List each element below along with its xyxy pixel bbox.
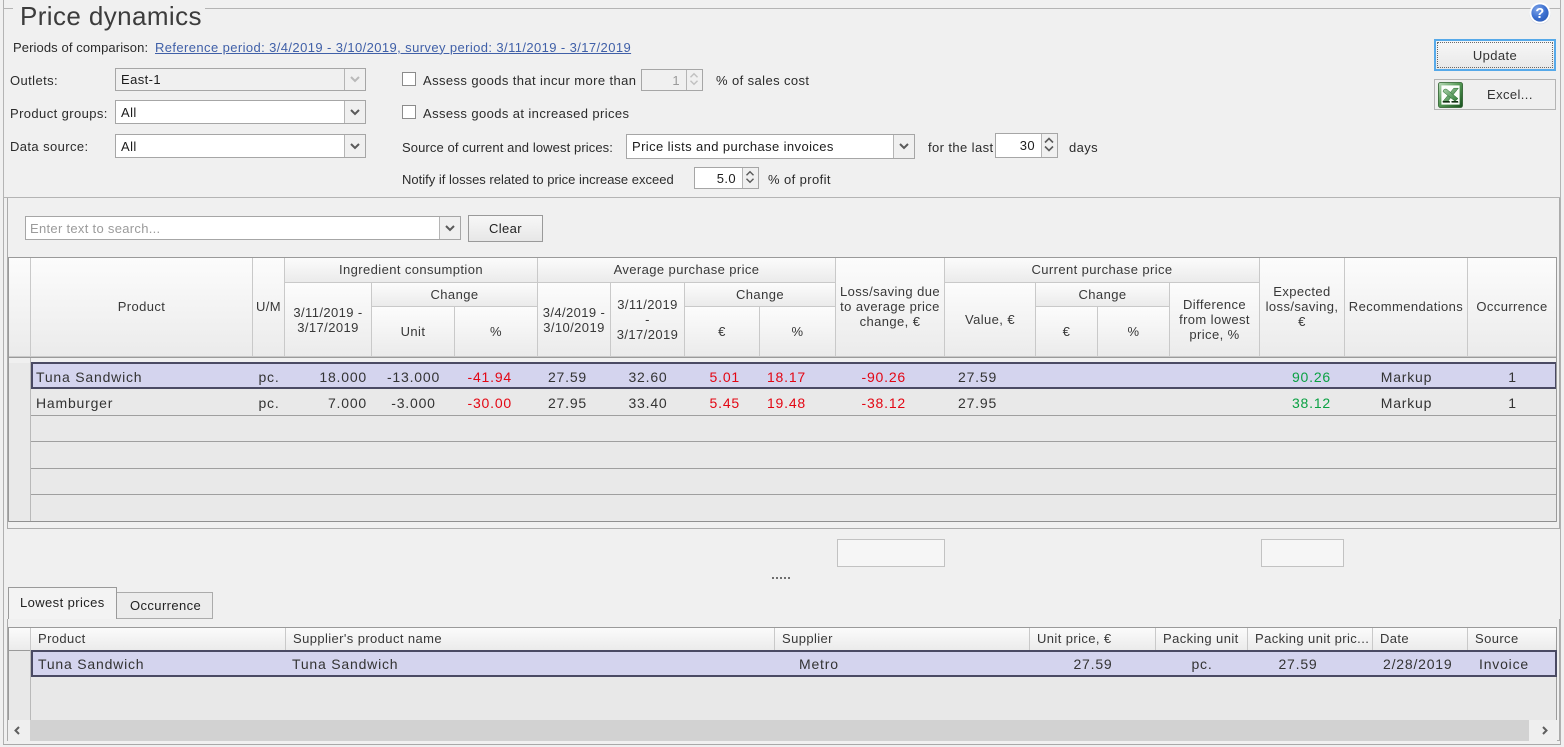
svg-text:?: ?: [1535, 6, 1544, 22]
